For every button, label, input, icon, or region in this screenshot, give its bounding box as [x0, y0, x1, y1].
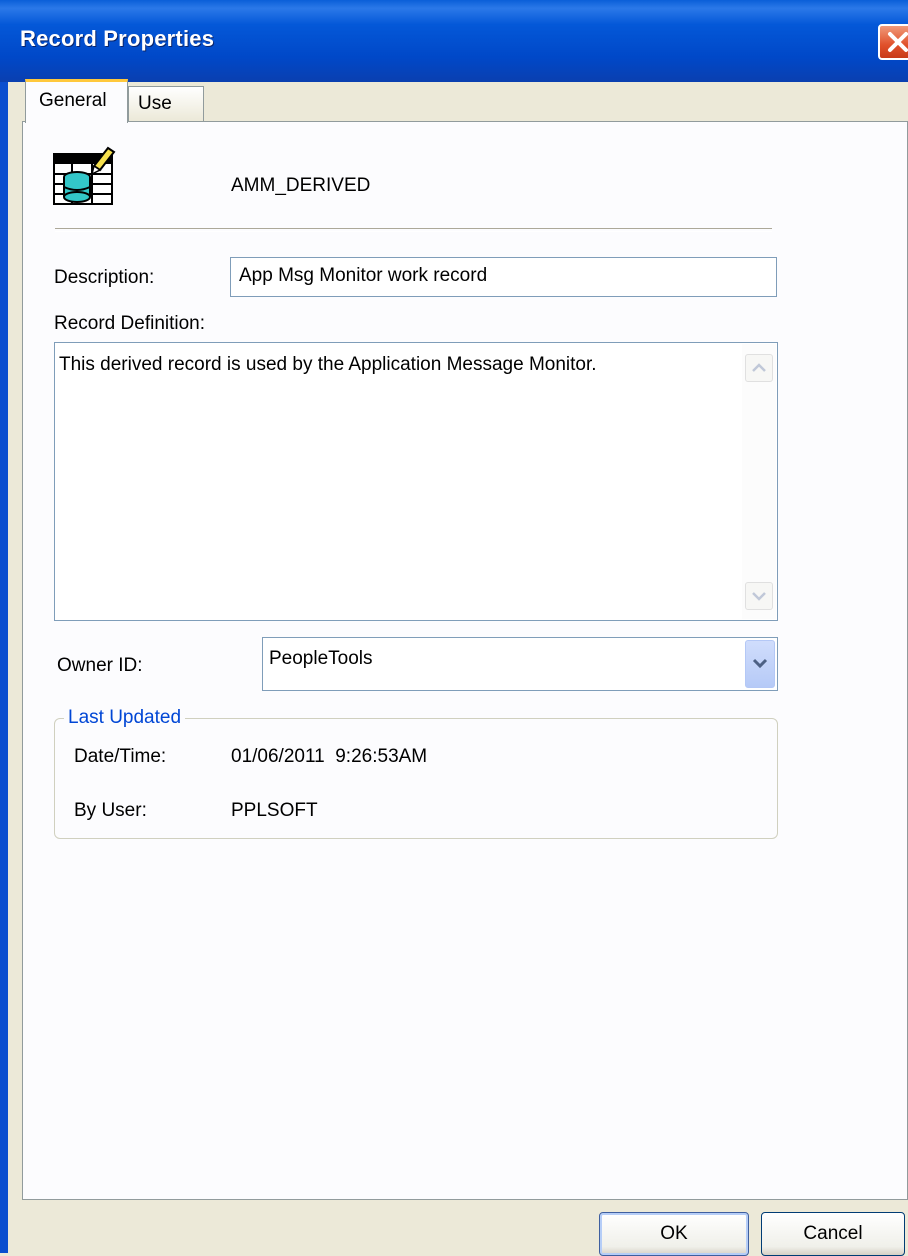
description-label: Description:: [54, 267, 155, 288]
scroll-down-icon: [752, 592, 766, 601]
by-user-label: By User:: [74, 800, 147, 821]
tab-general-label: General: [39, 90, 107, 111]
record-definition-textarea[interactable]: This derived record is used by the Appli…: [54, 342, 778, 621]
close-icon: [888, 32, 908, 52]
owner-id-value: PeopleTools: [269, 648, 373, 669]
description-value: App Msg Monitor work record: [239, 265, 488, 286]
record-definition-label: Record Definition:: [54, 313, 206, 334]
chevron-down-icon: [752, 658, 768, 669]
scroll-down-button[interactable]: [745, 582, 773, 610]
by-user-value: PPLSOFT: [231, 800, 318, 821]
record-name: AMM_DERIVED: [231, 175, 371, 196]
owner-id-dropdown-button[interactable]: [745, 640, 775, 688]
last-updated-group: [54, 718, 778, 839]
record-table-edit-icon: [52, 144, 116, 214]
tab-general[interactable]: General: [25, 79, 128, 123]
record-definition-value: This derived record is used by the Appli…: [59, 354, 597, 375]
cancel-button[interactable]: Cancel: [761, 1212, 905, 1256]
owner-id-label: Owner ID:: [57, 655, 143, 676]
owner-id-select[interactable]: PeopleTools: [262, 637, 778, 691]
tab-use-label: Use: [138, 93, 172, 114]
tab-use[interactable]: Use: [128, 86, 204, 121]
datetime-value: 01/06/2011 9:26:53AM: [231, 746, 428, 767]
close-button[interactable]: [878, 24, 908, 60]
datetime-label: Date/Time:: [74, 746, 167, 767]
scroll-up-icon: [752, 363, 766, 372]
vertical-scrollbar[interactable]: [742, 344, 776, 619]
scroll-up-button[interactable]: [745, 354, 773, 382]
window-title: Record Properties: [20, 26, 215, 51]
header-separator: [55, 228, 772, 232]
description-input[interactable]: App Msg Monitor work record: [230, 257, 777, 297]
ok-button[interactable]: OK: [599, 1212, 749, 1256]
window-frame-left: [0, 82, 8, 1253]
last-updated-title: Last Updated: [64, 707, 186, 729]
